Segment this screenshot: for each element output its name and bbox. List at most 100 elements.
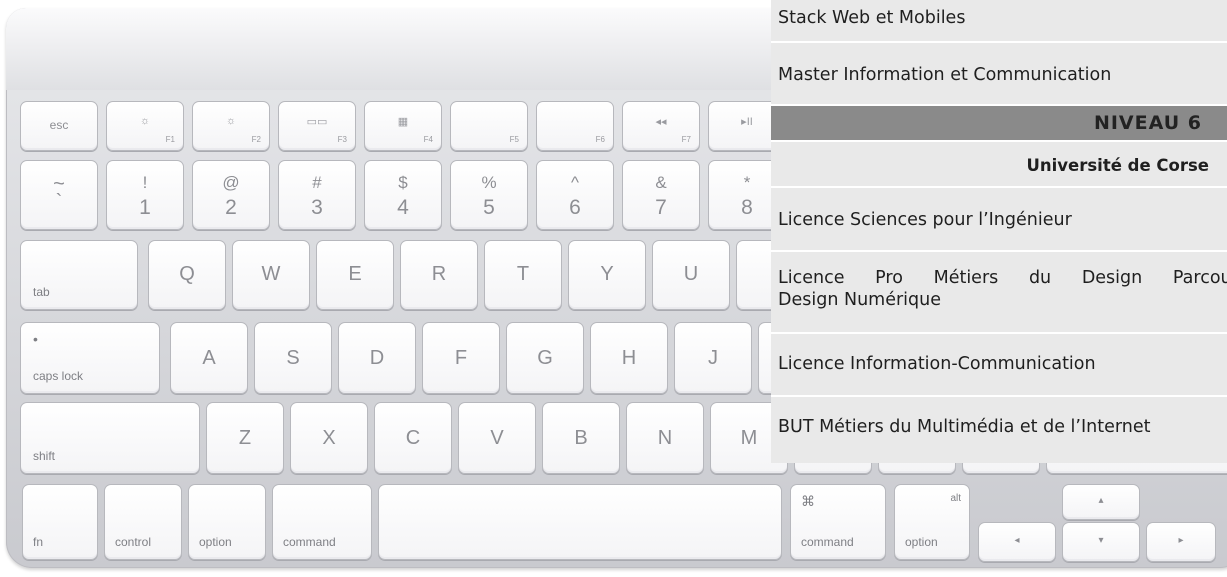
key-c: C	[374, 402, 452, 474]
key-f5: F5	[450, 101, 528, 151]
key-f3: ▭▭ F3	[278, 101, 356, 151]
key-5-bottom: 5	[483, 196, 495, 219]
key-h: H	[590, 322, 668, 394]
key-esc-label: esc	[49, 118, 69, 132]
key-r-label: R	[431, 263, 447, 285]
list-item-label: Licence Information-Communication	[778, 354, 1096, 374]
key-fn: fn	[22, 484, 98, 560]
key-arrow-up: ▴	[1062, 484, 1140, 520]
key-f2-tag: F2	[251, 135, 261, 144]
key-tilde: ~ `	[20, 160, 98, 230]
key-s: S	[254, 322, 332, 394]
word: Métiers	[933, 268, 999, 288]
command-symbol-icon: ⌘	[801, 493, 815, 509]
key-tab-label: tab	[33, 285, 50, 299]
key-7-bottom: 7	[655, 196, 667, 219]
key-arrow-right: ▸	[1146, 522, 1216, 562]
brightness-up-icon: ☼	[225, 115, 237, 127]
key-f1-tag: F1	[165, 135, 175, 144]
key-y-label: Y	[600, 263, 614, 285]
key-v-label: V	[490, 427, 504, 449]
launchpad-icon: ▦	[397, 116, 409, 128]
key-2-top: @	[222, 173, 240, 192]
key-z: Z	[206, 402, 284, 474]
key-caps-lock-label: caps lock	[33, 369, 84, 383]
key-f: F	[422, 322, 500, 394]
key-f6-tag: F6	[595, 135, 605, 144]
key-s-label: S	[286, 347, 300, 369]
key-f5-tag: F5	[509, 135, 519, 144]
key-6: ^ 6	[536, 160, 614, 230]
key-v: V	[458, 402, 536, 474]
key-w-label: W	[261, 263, 281, 285]
list-item[interactable]: Master Information et Communication	[771, 43, 1227, 106]
list-item-label: Master Information et Communication	[778, 65, 1112, 85]
arrow-up-icon: ▴	[1098, 495, 1104, 506]
key-t-label: T	[516, 263, 530, 285]
key-f1: ☼ F1	[106, 101, 184, 151]
key-a-label: A	[202, 347, 216, 369]
key-arrow-left: ◂	[978, 522, 1056, 562]
list-item-label: Licence Sciences pour l’Ingénieur	[778, 210, 1072, 230]
university-label: Université de Corse	[1026, 156, 1209, 175]
key-f2: ☼ F2	[192, 101, 270, 151]
key-arrow-down: ▾	[1062, 522, 1140, 562]
key-esc: esc	[20, 101, 98, 151]
key-f6: F6	[536, 101, 614, 151]
key-f4-tag: F4	[423, 135, 433, 144]
key-5-top: %	[481, 173, 497, 192]
key-tab: tab	[20, 240, 138, 310]
key-4-bottom: 4	[397, 196, 409, 219]
key-t: T	[484, 240, 562, 310]
key-e-label: E	[348, 263, 362, 285]
key-right-option-alt: alt	[950, 493, 961, 504]
key-f-label: F	[454, 347, 468, 369]
arrow-down-icon: ▾	[1098, 535, 1104, 546]
key-command-label: command	[283, 535, 336, 549]
key-1-top: !	[142, 173, 148, 192]
key-caps-lock: • caps lock	[20, 322, 160, 394]
key-d: D	[338, 322, 416, 394]
key-right-option: alt option	[894, 484, 970, 560]
key-4: $ 4	[364, 160, 442, 230]
key-j-label: J	[708, 347, 718, 369]
list-item[interactable]: BUT Métiers du Multimédia et de l’Intern…	[771, 397, 1227, 463]
brightness-down-icon: ☼	[139, 115, 151, 127]
key-g-label: G	[537, 347, 553, 369]
program-list: Stack Web et Mobiles Master Information …	[771, 0, 1227, 463]
rewind-icon: ◂◂	[655, 116, 667, 128]
word: Licence	[778, 268, 845, 288]
list-item[interactable]: Licence Sciences pour l’Ingénieur	[771, 188, 1227, 252]
list-item[interactable]: Licence Information-Communication	[771, 334, 1227, 397]
university-heading: Université de Corse	[771, 142, 1227, 188]
key-h-label: H	[621, 347, 637, 369]
key-right-command: ⌘ command	[790, 484, 886, 560]
key-option-label: option	[199, 535, 232, 549]
list-item[interactable]: Stack Web et Mobiles	[771, 0, 1227, 43]
key-r: R	[400, 240, 478, 310]
word: Pro	[875, 268, 903, 288]
key-u-label: U	[683, 263, 699, 285]
key-b-label: B	[574, 427, 588, 449]
key-z-label: Z	[238, 427, 252, 449]
key-shift-label: shift	[33, 449, 56, 463]
key-2-bottom: 2	[225, 196, 237, 219]
key-fn-label: fn	[33, 535, 44, 549]
list-item-label: BUT Métiers du Multimédia et de l’Intern…	[778, 417, 1151, 437]
key-f4: ▦ F4	[364, 101, 442, 151]
key-b: B	[542, 402, 620, 474]
key-e: E	[316, 240, 394, 310]
key-q-label: Q	[179, 263, 195, 285]
key-1-bottom: 1	[139, 196, 151, 219]
key-f3-tag: F3	[337, 135, 347, 144]
key-1: ! 1	[106, 160, 184, 230]
list-item-line1: Licence Pro Métiers du Design Parcours	[778, 252, 1227, 289]
key-a: A	[170, 322, 248, 394]
key-f7-tag: F7	[681, 135, 691, 144]
key-control: control	[104, 484, 182, 560]
key-control-label: control	[115, 535, 152, 549]
list-item-line2: Design Numérique	[778, 290, 942, 310]
key-2: @ 2	[192, 160, 270, 230]
key-3-top: #	[312, 173, 322, 192]
list-item[interactable]: Licence Pro Métiers du Design Parcours D…	[771, 252, 1227, 334]
